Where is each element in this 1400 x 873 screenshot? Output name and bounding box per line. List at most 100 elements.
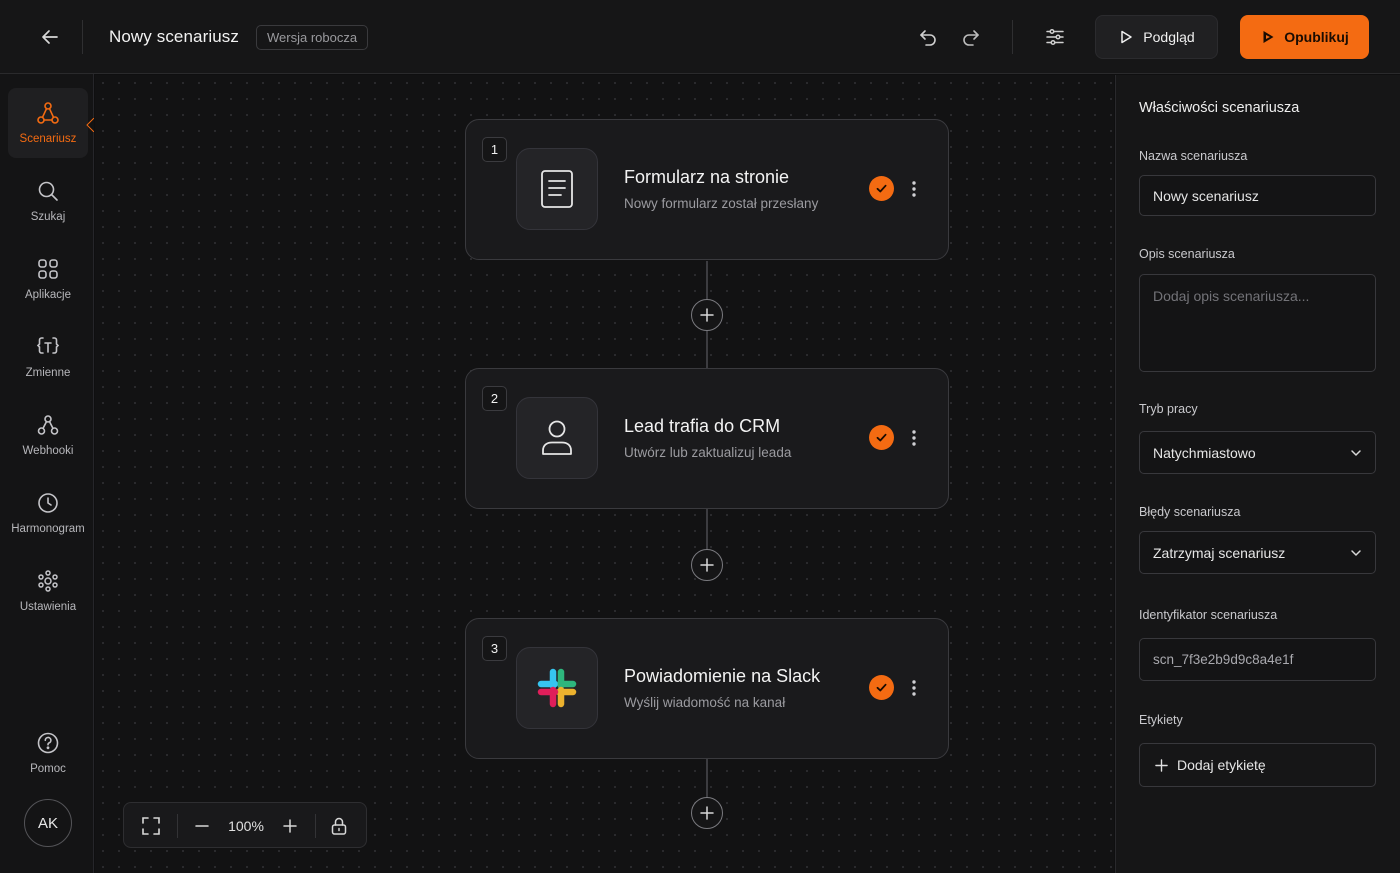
sidebar-item-apps[interactable]: Aplikacje [8, 244, 88, 314]
sidebar-item-label: Webhooki [22, 445, 74, 457]
lock-button[interactable] [323, 810, 355, 842]
lock-icon [331, 817, 347, 835]
sidebar-item-variables[interactable]: Zmienne [8, 322, 88, 392]
errors-value: Zatrzymaj scenariusz [1153, 544, 1286, 561]
add-step-button[interactable] [691, 549, 723, 581]
check-icon [869, 425, 894, 450]
step-title: Powiadomienie na Slack [624, 666, 821, 686]
preview-label: Podgląd [1143, 29, 1195, 45]
chevron-down-icon [1351, 449, 1361, 456]
more-options-button[interactable] [902, 424, 926, 452]
mode-value: Natychmiastowo [1153, 444, 1256, 461]
help-icon [37, 732, 59, 754]
sidebar-item-search[interactable]: Szukaj [8, 166, 88, 236]
step-subtitle: Utwórz lub zaktualizuj leada [624, 445, 792, 460]
zoom-in-button[interactable] [274, 810, 306, 842]
fullscreen-icon [142, 817, 160, 835]
variables-icon [36, 337, 60, 354]
workflow-step-card[interactable]: 2 Lead trafia do CRM Utwórz lub zaktuali… [465, 368, 949, 509]
zoom-level: 100% [228, 818, 264, 834]
gear-icon [38, 570, 58, 592]
divider [177, 814, 178, 838]
status-badge: Wersja robocza [256, 25, 369, 50]
sidebar-item-label: Zmienne [25, 367, 71, 379]
mode-select[interactable]: Natychmiastowo [1139, 431, 1376, 474]
step-number: 1 [482, 137, 507, 162]
step-title: Lead trafia do CRM [624, 416, 781, 436]
avatar[interactable]: AK [24, 799, 72, 847]
step-icon-box [516, 647, 598, 729]
sidebar-item-label: Aplikacje [24, 289, 72, 301]
clock-icon [38, 493, 58, 513]
step-subtitle: Wyślij wiadomość na kanał [624, 695, 786, 710]
slack-icon [537, 668, 577, 708]
add-step-button[interactable] [691, 299, 723, 331]
chevron-down-icon [1351, 549, 1361, 556]
step-subtitle: Nowy formularz został przesłany [624, 196, 819, 211]
description-field[interactable]: Dodaj opis scenariusza... [1139, 274, 1376, 372]
sidebar-item-label: Harmonogram [11, 523, 85, 535]
name-field[interactable]: Nowy scenariusz [1139, 175, 1376, 216]
panel-title: Właściwości scenariusza [1139, 100, 1300, 116]
kebab-icon [912, 430, 916, 446]
redo-icon [963, 30, 979, 46]
step-number: 3 [482, 636, 507, 661]
check-icon [869, 176, 894, 201]
play-icon [1263, 31, 1274, 43]
sidebar-item-webhooks[interactable]: Webhooki [8, 400, 88, 470]
sidebar-item-schedule[interactable]: Harmonogram [8, 478, 88, 548]
kebab-icon [912, 181, 916, 197]
plus-icon [700, 308, 714, 322]
search-icon [38, 181, 58, 201]
publish-button[interactable]: Opublikuj [1240, 15, 1369, 59]
back-button[interactable] [28, 19, 72, 55]
plus-icon [1155, 758, 1168, 772]
workflow-step-card[interactable]: 1 Formularz na stronie Nowy formularz zo… [465, 119, 949, 260]
sidebar-item-label: Scenariusz [19, 133, 77, 145]
add-tag-label: Dodaj etykietę [1177, 757, 1266, 773]
active-indicator [86, 118, 94, 132]
redo-button[interactable] [953, 19, 989, 55]
help-label: Pomoc [30, 763, 66, 775]
publish-label: Opublikuj [1284, 29, 1349, 45]
add-tag-button[interactable]: Dodaj etykietę [1139, 743, 1376, 787]
fit-view-button[interactable] [135, 810, 167, 842]
sidebar-item-label: Szukaj [30, 211, 66, 223]
tags-label: Etykiety [1139, 713, 1183, 727]
sidebar-item-settings[interactable]: Ustawienia [8, 556, 88, 626]
divider [1012, 20, 1013, 54]
step-icon-box [516, 397, 598, 479]
workflow-canvas[interactable]: 1 Formularz na stronie Nowy formularz zo… [95, 75, 1114, 873]
errors-select[interactable]: Zatrzymaj scenariusz [1139, 531, 1376, 574]
id-field[interactable]: scn_7f3e2b9d9c8a4e1f [1139, 638, 1376, 681]
step-icon-box [516, 148, 598, 230]
kebab-icon [912, 680, 916, 696]
mode-label: Tryb pracy [1139, 402, 1198, 416]
sidebar-item-scenario[interactable]: Scenariusz [8, 88, 88, 158]
step-number: 2 [482, 386, 507, 411]
workflow-step-card[interactable]: 3 Powiadomienie na Slack Wyślij wiadomoś… [465, 618, 949, 759]
help-button[interactable]: Pomoc [8, 718, 88, 788]
more-options-button[interactable] [902, 674, 926, 702]
top-bar: Nowy scenariusz Wersja robocza Podgląd O… [0, 0, 1400, 74]
preview-button[interactable]: Podgląd [1095, 15, 1218, 59]
plus-icon [700, 806, 714, 820]
undo-button[interactable] [910, 19, 946, 55]
sidebar-item-label: Ustawienia [19, 601, 77, 613]
user-icon [542, 420, 572, 455]
form-icon [541, 170, 573, 208]
undo-icon [920, 30, 936, 46]
minus-icon [195, 825, 209, 827]
page-title: Nowy scenariusz [109, 27, 239, 46]
zoom-out-button[interactable] [186, 810, 218, 842]
apps-icon [38, 259, 58, 279]
more-options-button[interactable] [902, 175, 926, 203]
add-step-button[interactable] [691, 797, 723, 829]
step-title: Formularz na stronie [624, 167, 790, 187]
check-icon [869, 675, 894, 700]
filters-button[interactable] [1037, 19, 1073, 55]
id-label: Identyfikator scenariusza [1139, 608, 1278, 622]
arrow-left-icon [42, 30, 58, 44]
divider [315, 814, 316, 838]
description-label: Opis scenariusza [1139, 247, 1235, 261]
